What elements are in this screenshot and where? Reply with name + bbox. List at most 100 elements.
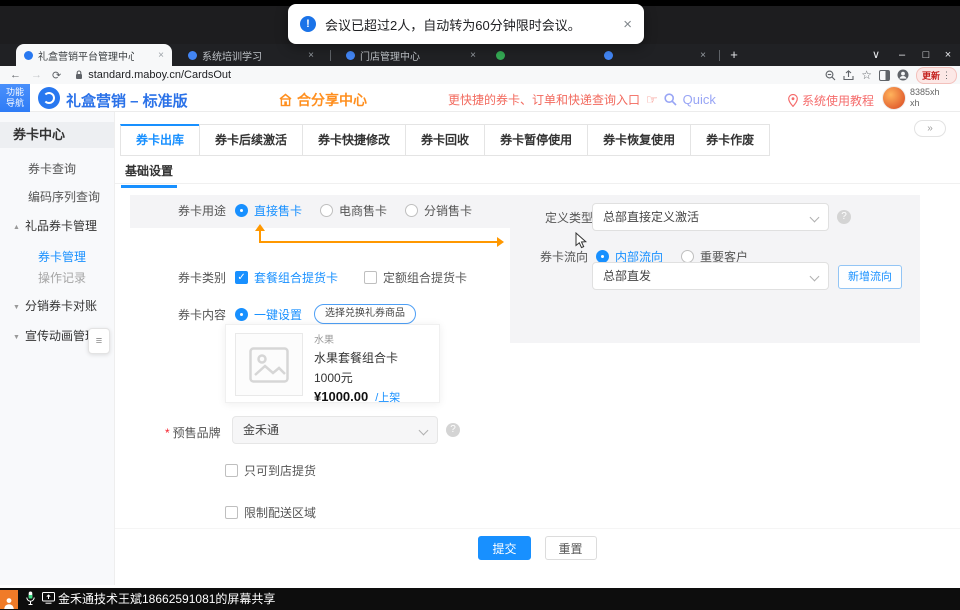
new-tab-button[interactable]: + bbox=[726, 47, 742, 63]
card-use-row: 券卡用途 直接售卡 电商售卡 分销售卡 bbox=[178, 202, 472, 219]
url-field[interactable]: standard.maboy.cn/CardsOut bbox=[75, 69, 231, 81]
tab-favicon bbox=[24, 51, 33, 60]
product-card: 水果 水果套餐组合卡 1000元 ¥1000.00 /上架 bbox=[225, 324, 440, 403]
panel-collapse-button[interactable]: » bbox=[914, 120, 946, 137]
function-nav-toggle[interactable]: 功能 导航 bbox=[0, 84, 30, 112]
store-pickup-row: 只可到店提货 bbox=[225, 462, 316, 479]
browser-update-button[interactable]: 更新 ⋮ bbox=[916, 67, 957, 84]
mouse-cursor bbox=[575, 232, 587, 249]
profile-avatar-icon[interactable] bbox=[897, 69, 909, 81]
window-minimize-button[interactable]: – bbox=[892, 44, 912, 66]
checkbox-combo-pickup-card[interactable]: ✓ bbox=[235, 271, 248, 284]
bookmark-star-icon[interactable]: ☆ bbox=[861, 69, 872, 81]
presale-brand-select[interactable]: 金禾通 bbox=[232, 416, 438, 444]
browser-tab-label: 礼盒营销平台管理中心 bbox=[38, 48, 134, 63]
radio-distribution-sale[interactable] bbox=[405, 204, 418, 217]
radio-ecommerce-sale-label[interactable]: 电商售卡 bbox=[339, 202, 387, 219]
product-on-shelf-link[interactable]: /上架 bbox=[375, 389, 400, 405]
tab-card-activate[interactable]: 券卡后续激活 bbox=[199, 124, 303, 156]
reload-icon[interactable]: ⟳ bbox=[52, 69, 61, 82]
browser-tab-hidden-1[interactable] bbox=[488, 44, 588, 66]
tab-card-recycle[interactable]: 券卡回收 bbox=[405, 124, 485, 156]
product-name: 水果套餐组合卡 bbox=[314, 349, 400, 366]
radio-direct-sale[interactable] bbox=[235, 204, 248, 217]
toast-message: 会议已超过2人，自动转为60分钟限时会议。 bbox=[325, 15, 581, 34]
user-name: 8385xh xh bbox=[910, 87, 940, 109]
browser-tab-gift-platform[interactable]: 礼盒营销平台管理中心 × bbox=[16, 44, 172, 66]
user-avatar[interactable] bbox=[882, 86, 906, 110]
main-content: 券卡出库 券卡后续激活 券卡快捷修改 券卡回收 券卡暂停使用 券卡恢复使用 券卡… bbox=[115, 112, 960, 585]
side-panel-icon[interactable] bbox=[879, 70, 890, 81]
browser-tab-store[interactable]: 门店管理中心 × bbox=[338, 44, 484, 66]
card-category-label: 券卡类别 bbox=[178, 269, 226, 286]
sidebar-item-operation-log[interactable]: 操作记录 bbox=[0, 271, 114, 286]
window-maximize-button[interactable]: □ bbox=[916, 44, 936, 66]
browser-menu-icon[interactable]: ⋮ bbox=[942, 70, 951, 81]
help-icon[interactable]: ? bbox=[446, 423, 460, 437]
sidebar-item-card-query[interactable]: 券卡查询 bbox=[0, 162, 114, 177]
image-placeholder-icon bbox=[249, 347, 289, 383]
tab-card-quick-edit[interactable]: 券卡快捷修改 bbox=[302, 124, 406, 156]
toast-close-icon[interactable]: × bbox=[623, 16, 632, 33]
radio-direct-sale-label[interactable]: 直接售卡 bbox=[254, 202, 302, 219]
sidebar-item-code-sequence-query[interactable]: 编码序列查询 bbox=[0, 190, 114, 205]
quick-label: Quick bbox=[683, 92, 716, 107]
product-spec: 1000元 bbox=[314, 369, 400, 386]
tab-card-outbound[interactable]: 券卡出库 bbox=[120, 124, 200, 156]
product-price: ¥1000.00 bbox=[314, 389, 368, 404]
browser-tab-label: 系统培训学习 bbox=[202, 48, 262, 63]
sidebar-group-distribution-reconciliation[interactable]: ▼分销券卡对账 bbox=[0, 299, 114, 315]
checkbox-fixed-combo-pickup-card[interactable] bbox=[364, 271, 377, 284]
checkbox-fixed-combo-pickup-card-label[interactable]: 定额组合提货卡 bbox=[383, 269, 467, 286]
select-gift-goods-button[interactable]: 选择兑换礼券商品 bbox=[314, 304, 416, 324]
checkbox-delivery-area-limit-label[interactable]: 限制配送区域 bbox=[244, 504, 316, 521]
tab-favicon bbox=[346, 51, 355, 60]
url-text: standard.maboy.cn/CardsOut bbox=[88, 69, 231, 81]
checkbox-combo-pickup-card-label[interactable]: 套餐组合提货卡 bbox=[254, 269, 338, 286]
browser-tab-hidden-2[interactable]: × bbox=[596, 44, 714, 66]
checkbox-delivery-area-limit[interactable] bbox=[225, 506, 238, 519]
forward-icon[interactable]: → bbox=[31, 69, 42, 81]
define-type-select[interactable]: 总部直接定义激活 bbox=[592, 203, 829, 231]
tab-close-icon[interactable]: × bbox=[700, 50, 706, 61]
quick-entry-tip: 更快捷的券卡、订单和快递查询入口 bbox=[448, 91, 640, 108]
tab-close-icon[interactable]: × bbox=[470, 50, 476, 61]
submit-button[interactable]: 提交 bbox=[478, 536, 530, 560]
checkbox-store-pickup-only-label[interactable]: 只可到店提货 bbox=[244, 462, 316, 479]
tab-card-suspend[interactable]: 券卡暂停使用 bbox=[484, 124, 588, 156]
zoom-icon[interactable] bbox=[825, 70, 836, 81]
checkbox-store-pickup-only[interactable] bbox=[225, 464, 238, 477]
share-icon[interactable] bbox=[843, 70, 854, 81]
radio-one-click-setup[interactable] bbox=[235, 308, 248, 321]
radio-ecommerce-sale[interactable] bbox=[320, 204, 333, 217]
browser-tab-training[interactable]: 系统培训学习 × bbox=[180, 44, 322, 66]
tab-close-icon[interactable]: × bbox=[158, 50, 164, 61]
share-center-link[interactable]: 合分享中心 bbox=[278, 90, 367, 110]
tab-search-icon[interactable]: ∨ bbox=[866, 44, 886, 66]
tab-card-resume[interactable]: 券卡恢复使用 bbox=[587, 124, 691, 156]
sidebar-collapse-handle[interactable]: ≡ bbox=[88, 328, 110, 354]
help-icon[interactable]: ? bbox=[837, 210, 851, 224]
subtab-basic-settings[interactable]: 基础设置 bbox=[121, 162, 177, 188]
tab-close-icon[interactable]: × bbox=[308, 50, 314, 61]
radio-distribution-sale-label[interactable]: 分销售卡 bbox=[424, 202, 472, 219]
location-pin-icon bbox=[788, 94, 798, 107]
guide-arrow-right-icon bbox=[497, 237, 504, 247]
window-close-button[interactable]: × bbox=[938, 44, 958, 66]
tutorial-link[interactable]: 系统使用教程 bbox=[788, 92, 874, 109]
screen-share-bar: 金禾通技术王斌18662591081的屏幕共享 bbox=[0, 588, 960, 610]
quick-entry-zone[interactable]: 更快捷的券卡、订单和快递查询入口 ☞ Quick bbox=[448, 91, 716, 108]
tab-card-void[interactable]: 券卡作废 bbox=[690, 124, 770, 156]
card-flow-label: 券卡流向 bbox=[540, 248, 588, 265]
card-flow-select[interactable]: 总部直发 bbox=[592, 262, 829, 290]
radio-one-click-setup-label[interactable]: 一键设置 bbox=[254, 306, 302, 323]
sidebar-group-gift-card-management[interactable]: ▲礼品券卡管理 bbox=[0, 219, 114, 235]
reset-button[interactable]: 重置 bbox=[545, 536, 597, 560]
sidebar-item-card-management[interactable]: 券卡管理 bbox=[0, 250, 114, 265]
expand-arrow-icon: ▼ bbox=[13, 334, 20, 341]
browser-address-bar: ← → ⟳ standard.maboy.cn/CardsOut ☆ bbox=[0, 66, 960, 84]
define-type-label-row: 定义类型 bbox=[545, 209, 593, 226]
product-category: 水果 bbox=[314, 331, 400, 346]
back-icon[interactable]: ← bbox=[10, 69, 21, 81]
add-flow-button[interactable]: 新增流向 bbox=[838, 265, 902, 289]
